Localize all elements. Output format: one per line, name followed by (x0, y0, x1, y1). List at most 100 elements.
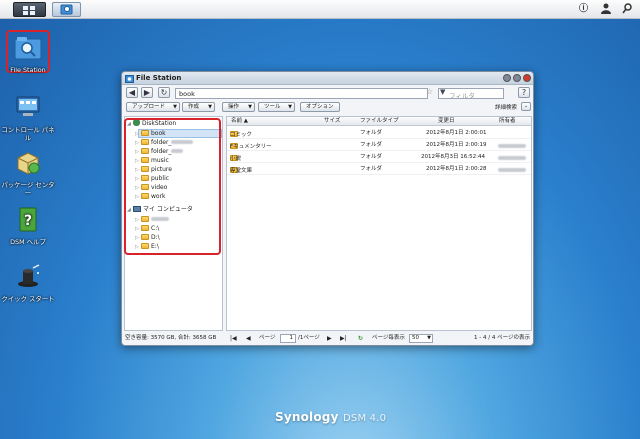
filter-placeholder: フィルタ (449, 92, 475, 100)
storage-status: 空き容量: 3570 GB, 合計: 3658 GB (125, 335, 217, 341)
column-size[interactable]: サイズ (324, 118, 340, 125)
window-titlebar[interactable]: File Station (122, 72, 533, 85)
desktop-icon-help[interactable]: ? DSM ヘルプ (0, 207, 56, 246)
table-row[interactable]: 専堂文庫 フォルダ 2012年8月1日 2:00:28 (227, 163, 531, 175)
file-name: 専堂文庫 (230, 168, 253, 174)
file-name: コミック (230, 132, 253, 138)
options-label: オプション (306, 104, 334, 110)
tools-label: ツール (264, 104, 281, 110)
chevron-down-icon: ▼ (173, 104, 177, 110)
tools-button[interactable]: ツール ▼ (258, 102, 295, 112)
star-icon[interactable]: ☆ (426, 87, 433, 96)
desktop-icon-quick-start[interactable]: クイック スタート (0, 264, 56, 303)
brand-name: Synology (275, 410, 339, 424)
package-center-icon (14, 150, 42, 178)
taskbar: ⓘ (0, 0, 640, 19)
help-button[interactable]: ? (518, 87, 530, 98)
minimize-button[interactable] (503, 74, 511, 82)
info-icon[interactable]: ⓘ (577, 3, 590, 16)
help-label: ? (521, 88, 527, 97)
advanced-search-toggle[interactable]: ⌄ (521, 102, 531, 111)
next-page-button[interactable]: ▶ (327, 334, 332, 343)
chevron-down-icon: ▼ (427, 335, 431, 341)
table-row[interactable]: コミック フォルダ 2012年8月1日 2:00:01 (227, 127, 531, 139)
back-button[interactable]: ◀ (126, 87, 138, 98)
file-station-icon (60, 4, 73, 15)
file-station-taskbar-button[interactable] (52, 2, 81, 17)
path-value: book (179, 90, 195, 98)
per-page-select[interactable]: 50 ▼ (409, 334, 433, 343)
page-input[interactable]: 1 (280, 334, 296, 343)
action-button[interactable]: 操作 ▼ (222, 102, 255, 112)
refresh-icon[interactable]: ↻ (358, 334, 363, 343)
file-station-icon (125, 75, 134, 83)
per-page-label: ページ毎表示 (372, 335, 405, 341)
action-label: 操作 (228, 104, 240, 110)
chevron-down-icon: ▼ (208, 104, 212, 110)
column-modified[interactable]: 変更日 (438, 118, 455, 125)
prev-page-button[interactable]: ◀ (246, 334, 251, 343)
page-label: ページ (259, 335, 276, 341)
file-type: フォルダ (360, 142, 383, 148)
quick-start-icon (14, 264, 42, 292)
column-name[interactable]: 名前 ▲ (231, 118, 248, 125)
options-button[interactable]: オプション (300, 102, 340, 112)
per-page-value: 50 (412, 335, 419, 341)
forward-button[interactable]: ▶ (141, 87, 153, 98)
table-row[interactable]: Fキュメンタリー フォルダ 2012年8月1日 2:00:19 (227, 139, 531, 151)
tree-highlight-box (124, 118, 221, 255)
filter-icon: ▼ (440, 88, 446, 96)
file-modified: 2012年8月1日 2:00:19 (426, 142, 487, 148)
window-title: File Station (136, 74, 182, 82)
desktop-icon-label: パッケージ センター (1, 181, 55, 197)
advanced-search-label: 詳細検索 (495, 105, 518, 111)
svg-text:?: ? (24, 213, 32, 229)
column-owner[interactable]: 所有者 (499, 118, 516, 125)
chevron-down-icon: ▼ (248, 104, 252, 110)
create-button[interactable]: 作成 ▼ (182, 102, 215, 112)
file-type: フォルダ (360, 130, 383, 136)
file-owner (498, 168, 526, 172)
filter-input[interactable]: フィルタ (438, 88, 504, 100)
file-owner (498, 156, 526, 160)
column-type[interactable]: ファイルタイプ (360, 118, 399, 125)
brand-product: DSM 4.0 (343, 413, 387, 424)
desktop-icon-label: DSM ヘルプ (10, 238, 46, 246)
maximize-button[interactable] (513, 74, 521, 82)
desktop-icon-label: クイック スタート (1, 295, 55, 303)
file-modified: 2012年8月1日 2:00:28 (426, 166, 487, 172)
upload-button[interactable]: アップロード ▼ (126, 102, 180, 112)
main-menu-button[interactable] (13, 2, 46, 17)
page-summary: 1 - 4 / 4 ページの表示 (474, 335, 530, 341)
desktop-icon-label: コントロール パネル (1, 126, 55, 142)
file-list: 名前 ▲ サイズ ファイルタイプ 変更日 所有者 コミック フォルダ 2012年… (226, 116, 532, 331)
help-icon: ? (14, 207, 42, 235)
refresh-button[interactable]: ↻ (158, 87, 170, 98)
file-modified: 2012年8月1日 2:00:01 (426, 130, 487, 136)
desktop-icon-control-panel[interactable]: コントロール パネル (0, 95, 56, 142)
control-panel-icon (14, 95, 42, 123)
desktop-icon-label: File Station (10, 66, 46, 74)
upload-label: アップロード (132, 104, 166, 110)
file-name: Fキュメンタリー (230, 144, 272, 150)
last-page-button[interactable]: ▶| (340, 334, 347, 343)
close-button[interactable] (523, 74, 531, 82)
desktop-icon-package-center[interactable]: パッケージ センター (0, 150, 56, 197)
create-label: 作成 (188, 104, 200, 110)
file-name: 小説 (230, 156, 242, 162)
file-list-header: 名前 ▲ サイズ ファイルタイプ 変更日 所有者 (227, 117, 531, 126)
file-modified: 2012年8月3日 16:52:44 (421, 154, 485, 160)
table-row[interactable]: 小説 フォルダ 2012年8月3日 16:52:44 (227, 151, 531, 163)
page-total: /1ページ (298, 335, 320, 341)
user-icon[interactable] (599, 3, 612, 16)
first-page-button[interactable]: |◀ (230, 334, 237, 343)
file-type: フォルダ (360, 166, 383, 172)
desktop-icon-file-station[interactable]: File Station (0, 35, 56, 74)
file-type: フォルダ (360, 154, 383, 160)
search-icon[interactable] (620, 3, 633, 16)
file-owner (498, 144, 526, 148)
brand-logo: Synology DSM 4.0 (275, 410, 386, 424)
file-station-icon (14, 35, 42, 63)
path-input[interactable]: book (175, 88, 428, 99)
chevron-down-icon: ▼ (288, 104, 292, 110)
